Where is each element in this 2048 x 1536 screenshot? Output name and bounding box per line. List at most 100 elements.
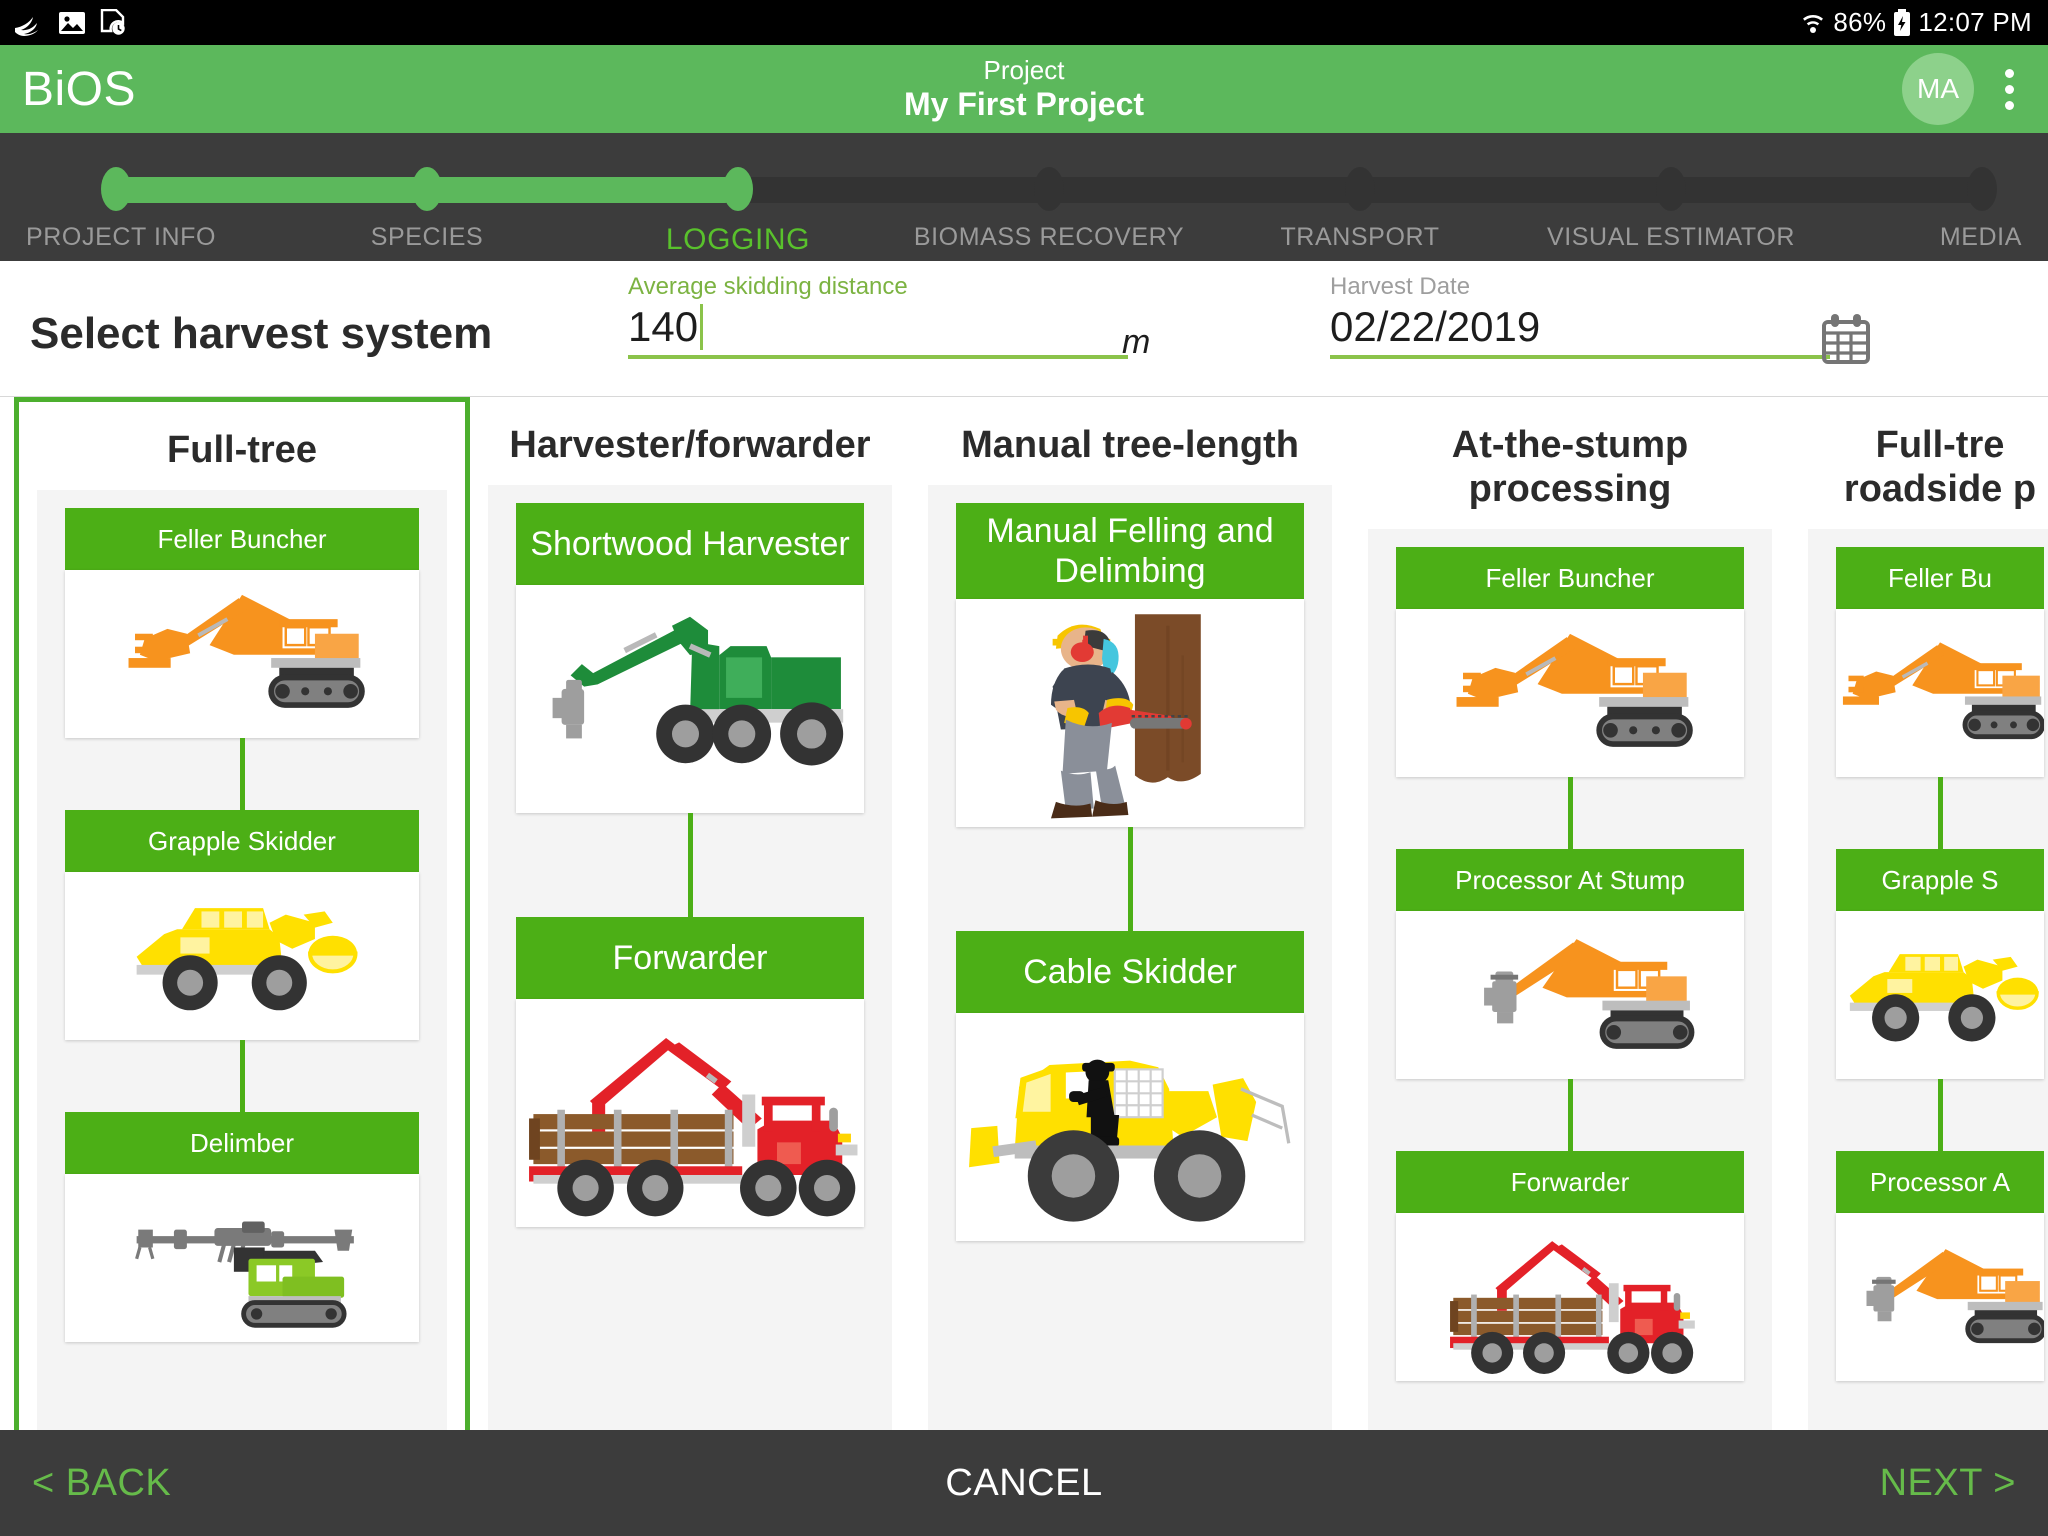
stepper-label-species[interactable]: SPECIES — [371, 223, 484, 252]
harvest-system-card[interactable]: Full-tre roadside p Feller Bu Grapple S P… — [1790, 397, 2048, 1430]
chain-node-image — [1836, 1213, 2044, 1381]
stepper-label-visual-estimator[interactable]: VISUAL ESTIMATOR — [1547, 223, 1795, 252]
app-bar-project-name: My First Project — [903, 86, 1145, 122]
stepper-label-logging[interactable]: LOGGING — [666, 223, 810, 257]
chain-node-label: Shortwood Harvester — [516, 503, 864, 585]
clock-label: 12:07 PM — [1918, 7, 2032, 37]
cancel-button-wrap: CANCEL — [0, 1462, 2048, 1505]
harvest-system-card[interactable]: At-the-stump processing Feller Buncher Pr… — [1350, 397, 1790, 1430]
harvest-system-title: Harvester/forwarder — [509, 424, 871, 466]
harvest-system-title: Full-tre roadside p — [1843, 424, 2037, 510]
chain-node[interactable]: Processor At Stump — [1396, 849, 1744, 1079]
harvest-systems-row: Full-tree Feller Buncher Grapple Skidder … — [0, 397, 2048, 1430]
chain-node-label: Cable Skidder — [956, 931, 1304, 1013]
app-root: 86% 12:07 PM BiOS Project My First Proje… — [0, 0, 2048, 1536]
stepper-knob-species[interactable] — [412, 167, 442, 211]
avatar[interactable]: MA — [1902, 53, 1974, 125]
text-caret — [700, 304, 704, 350]
harvest-system-title: Full-tree — [167, 429, 317, 471]
stepper-knobs — [0, 167, 2048, 211]
skidding-distance-value: 140 — [628, 303, 699, 350]
skidding-distance-input[interactable]: 140 — [628, 301, 1128, 359]
chain-connector — [1127, 827, 1133, 931]
chain-node-label: Processor At Stump — [1396, 849, 1744, 911]
harvest-systems-carousel[interactable]: Full-tree Feller Buncher Grapple Skidder … — [0, 396, 2048, 1430]
stepper-label-project-info[interactable]: PROJECT INFO — [26, 223, 216, 252]
harvest-date-input[interactable]: 02/22/2019 — [1330, 301, 1830, 359]
harvest-date-field[interactable]: Harvest Date 02/22/2019 — [1330, 273, 1830, 359]
chain-connector — [239, 1040, 245, 1112]
stepper-label-transport[interactable]: TRANSPORT — [1280, 223, 1439, 252]
stepper-labels: PROJECT INFO SPECIES LOGGING BIOMASS RECOVE… — [0, 223, 2048, 257]
battery-charging-icon — [1893, 9, 1911, 36]
wifi-icon — [1800, 11, 1826, 35]
chain-node[interactable]: Processor A — [1836, 1151, 2044, 1381]
chain-node-label: Processor A — [1836, 1151, 2044, 1213]
harvest-form-row: Select harvest system Average skidding d… — [0, 261, 2048, 396]
document-clock-icon — [100, 9, 126, 36]
chain-node-image — [1836, 609, 2044, 777]
chain-node-image — [516, 585, 864, 813]
wizard-bottom-bar: < BACK CANCEL NEXT > — [0, 1430, 2048, 1536]
chain-node-label: Forwarder — [516, 917, 864, 999]
chain-node-image — [956, 1013, 1304, 1241]
chain-node-label: Manual Felling and Delimbing — [956, 503, 1304, 599]
wizard-stepper: PROJECT INFO SPECIES LOGGING BIOMASS RECOVE… — [0, 133, 2048, 261]
chain-connector — [1567, 777, 1573, 849]
chain-node[interactable]: Grapple S — [1836, 849, 2044, 1079]
harvest-system-card[interactable]: Harvester/forwarder Shortwood Harvester F… — [470, 397, 910, 1430]
harvest-system-title: At-the-stump processing — [1451, 424, 1689, 510]
page-title: Select harvest system — [30, 309, 493, 358]
harvest-system-card[interactable]: Full-tree Feller Buncher Grapple Skidder … — [14, 397, 470, 1430]
chain-node-image — [65, 570, 419, 738]
chain-node-image — [956, 599, 1304, 827]
chain-connector — [687, 813, 693, 917]
harvest-system-chain: Feller Buncher Processor At Stump Forwar — [1368, 529, 1772, 1430]
status-bar: 86% 12:07 PM — [0, 0, 2048, 45]
image-icon — [58, 10, 86, 36]
chain-node[interactable]: Grapple Skidder — [65, 810, 419, 1040]
chain-node[interactable]: Feller Buncher — [65, 508, 419, 738]
kebab-menu-icon[interactable] — [1992, 58, 2026, 120]
stepper-knob-logging[interactable] — [723, 167, 753, 211]
status-bar-notification-icons — [14, 9, 126, 36]
stepper-label-biomass-recovery[interactable]: BIOMASS RECOVERY — [914, 223, 1184, 252]
chain-connector — [1937, 1079, 1943, 1151]
chain-node-label: Grapple S — [1836, 849, 2044, 911]
chain-node-label: Forwarder — [1396, 1151, 1744, 1213]
chain-node-image — [516, 999, 864, 1227]
next-button[interactable]: NEXT > — [1880, 1462, 2016, 1505]
chain-node[interactable]: Forwarder — [1396, 1151, 1744, 1381]
chain-connector — [239, 738, 245, 810]
chain-node[interactable]: Feller Bu — [1836, 547, 2044, 777]
chain-connector — [1937, 777, 1943, 849]
battery-percent-label: 86% — [1833, 7, 1887, 37]
chain-node[interactable]: Forwarder — [516, 917, 864, 1227]
stepper-track-wrap — [0, 167, 2048, 211]
stepper-knob-project-info[interactable] — [101, 167, 131, 211]
app-bar-actions: MA — [1902, 53, 2026, 125]
stepper-knob-visual-estimator[interactable] — [1656, 167, 1686, 211]
app-bar-title-block: Project My First Project — [0, 45, 2048, 133]
skidding-distance-label: Average skidding distance — [628, 273, 908, 300]
harvest-system-card[interactable]: Manual tree-length Manual Felling and Del… — [910, 397, 1350, 1430]
chain-node[interactable]: Feller Buncher — [1396, 547, 1744, 777]
cancel-button[interactable]: CANCEL — [945, 1462, 1102, 1504]
stepper-knob-transport[interactable] — [1345, 167, 1375, 211]
chain-node[interactable]: Delimber — [65, 1112, 419, 1342]
stepper-knob-media[interactable] — [1967, 167, 1997, 211]
chain-node-image — [1396, 1213, 1744, 1381]
harvest-date-label: Harvest Date — [1330, 273, 1471, 300]
chain-node-label: Feller Buncher — [1396, 547, 1744, 609]
skidding-distance-field[interactable]: Average skidding distance 140 — [628, 273, 1128, 359]
chain-node[interactable]: Cable Skidder — [956, 931, 1304, 1241]
chain-node[interactable]: Shortwood Harvester — [516, 503, 864, 813]
stepper-knob-biomass-recovery[interactable] — [1034, 167, 1064, 211]
chain-node[interactable]: Manual Felling and Delimbing — [956, 503, 1304, 827]
harvest-date-value: 02/22/2019 — [1330, 303, 1541, 350]
calendar-icon[interactable] — [1818, 311, 1874, 367]
chain-node-label: Feller Bu — [1836, 547, 2044, 609]
swiftkey-swoosh-icon — [14, 10, 44, 36]
stepper-label-media[interactable]: MEDIA — [1940, 223, 2022, 252]
back-button[interactable]: < BACK — [32, 1462, 171, 1505]
